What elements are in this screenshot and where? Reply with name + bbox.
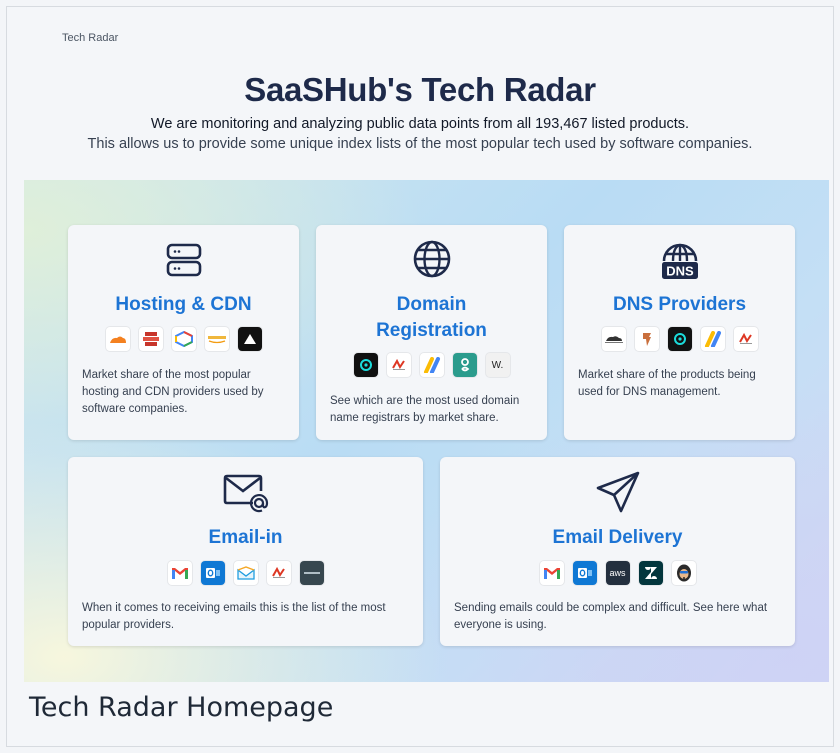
vercel-logo-icon (237, 327, 262, 351)
hero-description: This allows us to provide some unique in… (87, 136, 753, 152)
w-registrar-label: W. (491, 359, 504, 371)
card-dns-providers[interactable]: DNS DNS Providers Market share of the pr… (564, 225, 795, 440)
protonmail-logo-icon (233, 561, 258, 585)
linode-logo-icon (634, 327, 659, 351)
card-description: Market share of the most popular hosting… (82, 369, 264, 415)
gandi-logo-icon (452, 353, 477, 377)
godaddy-logo-icon (353, 353, 378, 377)
server-icon (68, 243, 299, 277)
logo-row: W. (316, 353, 547, 377)
google-domains-logo-icon (419, 353, 444, 377)
page-title: SaaSHub's Tech Radar (244, 71, 596, 108)
aws-logo-icon: aws (605, 561, 630, 585)
zendesk-logo-icon (638, 561, 663, 585)
namecheap-logo-icon (733, 327, 758, 351)
card-title-line1[interactable]: Domain (324, 293, 539, 316)
category-section: Hosting & CDN Market share of the most p… (24, 180, 829, 682)
outlook-logo-icon (572, 561, 597, 585)
card-title[interactable]: Hosting & CDN (76, 293, 291, 316)
card-description: When it comes to receiving emails this i… (82, 602, 386, 631)
hero-subtitle: We are monitoring and analyzing public d… (150, 116, 690, 132)
outlook-logo-icon (200, 561, 225, 585)
card-title-line2[interactable]: Registration (324, 319, 539, 342)
card-description: Market share of the products being used … (578, 369, 756, 398)
card-description: Sending emails could be complex and diff… (454, 602, 768, 631)
aws-logo-label: aws (609, 568, 626, 578)
aws-s3-logo-icon (138, 327, 163, 351)
email-at-icon (68, 473, 423, 513)
w-registrar-logo-icon: W. (485, 353, 510, 377)
breadcrumb[interactable]: Tech Radar (62, 32, 118, 44)
dns-icon-label: DNS (666, 264, 694, 279)
amazon-web-services-logo-icon (204, 327, 229, 351)
google-domains-logo-icon (700, 327, 725, 351)
logo-row: aws (440, 561, 795, 585)
card-domain-registration[interactable]: Domain Registration W. See which are the… (316, 225, 547, 440)
logo-row (68, 327, 299, 351)
card-title[interactable]: Email-in (76, 526, 415, 549)
cloudflare-logo-icon (601, 327, 626, 351)
godaddy-logo-icon (667, 327, 692, 351)
dns-globe-icon: DNS (564, 239, 795, 281)
card-email-delivery[interactable]: Email Delivery aws Sending emails could … (440, 457, 795, 646)
namecheap-logo-icon (266, 561, 291, 585)
google-cloud-logo-icon (171, 327, 196, 351)
namecheap-logo-icon (386, 353, 411, 377)
card-email-in[interactable]: Email-in When it comes to receiving emai… (68, 457, 423, 646)
gmail-logo-icon (539, 561, 564, 585)
cloudflare-logo-icon (105, 327, 130, 351)
mailchimp-logo-icon (671, 561, 696, 585)
logo-row (68, 561, 423, 585)
card-hosting-cdn[interactable]: Hosting & CDN Market share of the most p… (68, 225, 299, 440)
page-frame: Tech Radar SaaSHub's Tech Radar We are m… (6, 6, 834, 747)
card-title[interactable]: DNS Providers (572, 293, 787, 316)
globe-icon (316, 239, 547, 279)
card-description: See which are the most used domain name … (330, 395, 520, 424)
logo-row (564, 327, 795, 351)
paper-plane-icon (440, 471, 795, 513)
proofpoint-logo-icon (299, 561, 324, 585)
gmail-logo-icon (167, 561, 192, 585)
image-caption: Tech Radar Homepage (29, 692, 334, 723)
card-title[interactable]: Email Delivery (448, 526, 787, 549)
